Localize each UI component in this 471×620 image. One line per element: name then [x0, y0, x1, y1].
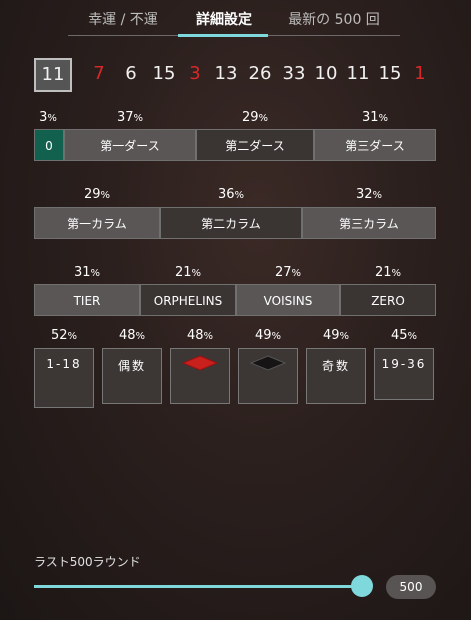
tab-detailed-settings[interactable]: 詳細設定: [180, 8, 268, 32]
even-pct: 48%: [118, 328, 146, 343]
sector-orphelins-button[interactable]: ORPHELINS: [140, 284, 236, 316]
red-pct: 48%: [186, 328, 214, 343]
high-pct: 45%: [390, 328, 418, 343]
tab-lucky-unlucky[interactable]: 幸運 / 不運: [78, 8, 168, 32]
rounds-value-badge: 500: [386, 575, 436, 599]
dozen-1-pct: 37%: [116, 110, 144, 125]
red-button[interactable]: [170, 348, 230, 404]
column-2-pct: 36%: [217, 187, 245, 202]
column-3-button[interactable]: 第三カラム: [302, 207, 436, 239]
low-label: 1-18: [46, 357, 82, 371]
tab-latest-500[interactable]: 最新の 500 回: [276, 8, 392, 32]
dozen-1-button[interactable]: 第一ダース: [64, 129, 196, 161]
recent-number: 26: [248, 63, 272, 84]
recent-number: 3: [189, 63, 201, 84]
red-diamond-icon: [181, 355, 219, 371]
sector-voisins-pct: 27%: [274, 265, 302, 280]
dozen-3-button[interactable]: 第三ダース: [314, 129, 436, 161]
zero-pct: 3%: [39, 110, 57, 125]
black-diamond-icon: [249, 355, 287, 371]
rounds-slider-label: ラスト500ラウンド: [34, 555, 141, 569]
column-1-button[interactable]: 第一カラム: [34, 207, 160, 239]
black-pct: 49%: [254, 328, 282, 343]
sector-zero-pct: 21%: [374, 265, 402, 280]
sector-zero-button[interactable]: ZERO: [340, 284, 436, 316]
recent-number: 7: [93, 63, 105, 84]
odd-button[interactable]: 奇数: [306, 348, 366, 404]
recent-number: 11: [34, 58, 72, 92]
recent-number: 13: [214, 63, 238, 84]
recent-number: 15: [378, 63, 402, 84]
dozen-2-button[interactable]: 第二ダース: [196, 129, 314, 161]
low-pct: 52%: [50, 328, 78, 343]
rounds-slider-track[interactable]: [34, 585, 362, 588]
recent-number: 10: [314, 63, 338, 84]
odd-pct: 49%: [322, 328, 350, 343]
sector-tier-button[interactable]: TIER: [34, 284, 140, 316]
recent-number: 15: [152, 63, 176, 84]
recent-number: 6: [125, 63, 137, 84]
sector-tier-pct: 31%: [73, 265, 101, 280]
low-1-18-button[interactable]: 1-18: [34, 348, 94, 408]
black-button[interactable]: [238, 348, 298, 404]
tab-active-indicator: [178, 34, 268, 37]
recent-number: 11: [346, 63, 370, 84]
zero-button[interactable]: 0: [34, 129, 64, 161]
sector-orphelins-pct: 21%: [174, 265, 202, 280]
high-19-36-button[interactable]: 19-36: [374, 348, 434, 400]
column-1-pct: 29%: [83, 187, 111, 202]
recent-number: 1: [414, 63, 426, 84]
sector-voisins-button[interactable]: VOISINS: [236, 284, 340, 316]
recent-number: 33: [282, 63, 306, 84]
high-label: 19-36: [381, 357, 427, 371]
dozen-2-pct: 29%: [241, 110, 269, 125]
column-3-pct: 32%: [355, 187, 383, 202]
column-2-button[interactable]: 第二カラム: [160, 207, 302, 239]
even-button[interactable]: 偶数: [102, 348, 162, 404]
odd-label: 奇数: [321, 359, 350, 373]
rounds-slider-thumb[interactable]: [351, 575, 373, 597]
dozen-3-pct: 31%: [361, 110, 389, 125]
even-label: 偶数: [117, 359, 146, 373]
